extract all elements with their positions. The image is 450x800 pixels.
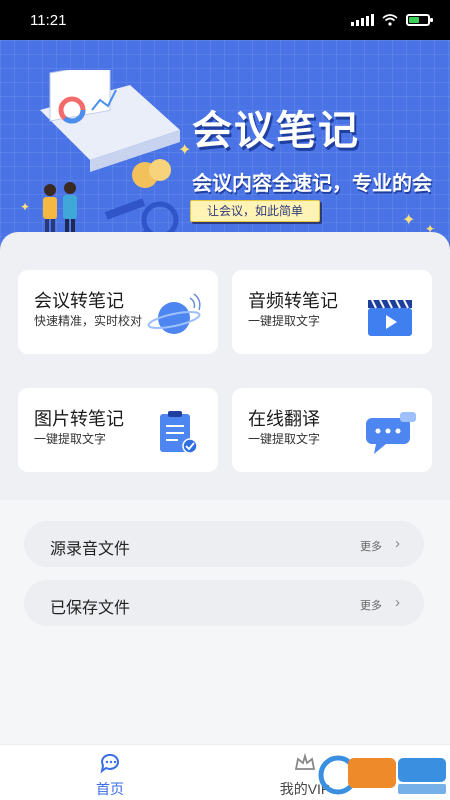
feature-title: 会议转笔记 — [34, 291, 124, 311]
sparkle-icon: ✦ — [178, 142, 192, 159]
banner-title: 会议笔记 — [192, 109, 360, 153]
list-item-recordings[interactable]: 源录音文件 更多 › — [24, 521, 424, 567]
hero-banner[interactable]: 会议笔记 会议内容全速记，专业的会议小助手 让会议，如此简单 ✦ ✦ ✦ ✦ — [0, 40, 450, 250]
banner-tag: 让会议，如此简单 — [190, 200, 320, 222]
chevron-right-icon: › — [395, 594, 400, 611]
more-link[interactable]: 更多 — [360, 538, 382, 554]
wifi-icon — [382, 14, 398, 26]
chat-bubble-icon — [366, 412, 416, 454]
feature-desc: 快速精准，实时校对 — [34, 314, 143, 328]
status-bar: 11:21 — [0, 0, 450, 40]
clipboard-check-icon — [160, 411, 198, 454]
more-link[interactable]: 更多 — [360, 597, 382, 613]
video-clapper-icon — [368, 299, 412, 336]
signal-icon — [351, 14, 374, 26]
feature-online-translate[interactable]: 在线翻译 一键提取文字 — [232, 388, 432, 472]
list-item-label: 源录音文件 — [50, 541, 131, 558]
sparkle-icon: ✦ — [20, 200, 31, 214]
status-time: 11:21 — [30, 11, 67, 29]
feature-desc: 一键提取文字 — [248, 432, 321, 446]
meeting-illustration — [40, 70, 180, 245]
feature-audio-to-notes[interactable]: 音频转笔记 一键提取文字 — [232, 270, 432, 354]
feature-desc: 一键提取文字 — [34, 432, 107, 446]
chevron-right-icon: › — [395, 535, 400, 552]
feature-panel: 会议转笔记 快速精准，实时校对 音频转笔记 一键提取文字 图片转笔记 一键提取文… — [0, 232, 450, 500]
tab-label: 首页 — [96, 781, 124, 797]
feature-desc: 一键提取文字 — [248, 314, 321, 328]
sparkle-icon: ✦ — [402, 212, 416, 229]
site-watermark-logo — [318, 755, 446, 795]
feature-meeting-to-notes[interactable]: 会议转笔记 快速精准，实时校对 — [18, 270, 218, 354]
tab-home[interactable]: 首页 — [70, 751, 150, 799]
feature-title: 音频转笔记 — [248, 291, 338, 311]
feature-title: 在线翻译 — [248, 409, 320, 429]
file-list: 源录音文件 更多 › 已保存文件 更多 › — [0, 500, 450, 744]
planet-icon — [147, 293, 201, 334]
list-item-label: 已保存文件 — [50, 600, 131, 617]
chat-bubble-icon — [100, 753, 119, 774]
feature-image-to-notes[interactable]: 图片转笔记 一键提取文字 — [18, 388, 218, 472]
battery-icon — [406, 14, 433, 26]
status-icons — [351, 14, 433, 26]
feature-title: 图片转笔记 — [34, 409, 124, 429]
crown-icon — [294, 752, 316, 770]
list-item-saved-files[interactable]: 已保存文件 更多 › — [24, 580, 424, 626]
